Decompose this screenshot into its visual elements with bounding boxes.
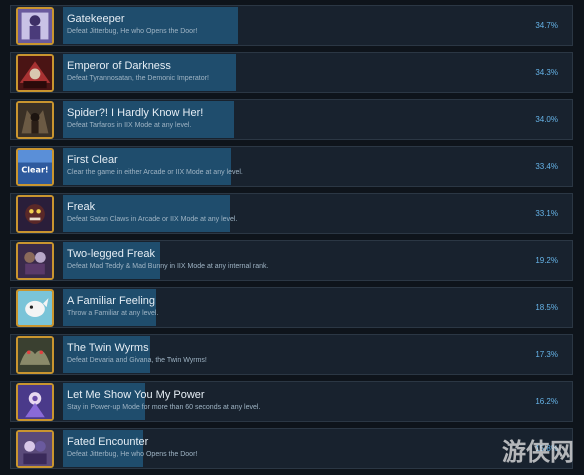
power-icon bbox=[16, 383, 54, 421]
achievement-row-two-legged-freak[interactable]: Two-legged Freak Defeat Mad Teddy & Mad … bbox=[10, 240, 573, 281]
achievement-row-emperor-of-darkness[interactable]: Emperor of Darkness Defeat Tyrannosatan,… bbox=[10, 52, 573, 93]
svg-text:Clear!: Clear! bbox=[21, 165, 48, 174]
achievement-description: Defeat Tarfaros in IIX Mode at any level… bbox=[67, 122, 192, 129]
achievement-row-gatekeeper[interactable]: Gatekeeper Defeat Jitterbug, He who Open… bbox=[10, 5, 573, 46]
spider-icon bbox=[16, 101, 54, 139]
achievement-row-spider[interactable]: Spider?! I Hardly Know Her! Defeat Tarfa… bbox=[10, 99, 573, 140]
achievement-row-a-familiar-feeling[interactable]: A Familiar Feeling Throw a Familiar at a… bbox=[10, 287, 573, 328]
achievement-description: Defeat Tyrannosatan, the Demonic Imperat… bbox=[67, 75, 209, 82]
twin-wyrms-icon bbox=[16, 336, 54, 374]
achievement-description: Defeat Devaria and Givana, the Twin Wyrm… bbox=[67, 357, 207, 364]
achievement-row-the-twin-wyrms[interactable]: The Twin Wyrms Defeat Devaria and Givana… bbox=[10, 334, 573, 375]
clear-icon: Clear! bbox=[16, 148, 54, 186]
achievement-percent: 16.2% bbox=[535, 397, 558, 406]
achievement-title: Freak bbox=[67, 201, 96, 213]
achievement-percent: 33.1% bbox=[535, 209, 558, 218]
achievement-percent: 34.3% bbox=[535, 68, 558, 77]
achievement-row-fated-encounter[interactable]: Fated Encounter Defeat Jitterbug, He who… bbox=[10, 428, 573, 469]
achievement-percent: 34.7% bbox=[535, 21, 558, 30]
achievement-description: Stay in Power-up Mode for more than 60 s… bbox=[67, 404, 261, 411]
achievement-title: First Clear bbox=[67, 154, 118, 166]
achievement-percent: 33.4% bbox=[535, 162, 558, 171]
achievement-title: Two-legged Freak bbox=[67, 248, 156, 260]
achievement-title: The Twin Wyrms bbox=[67, 342, 149, 354]
freak-icon bbox=[16, 195, 54, 233]
achievement-description: Throw a Familiar at any level. bbox=[67, 310, 159, 317]
fated-encounter-icon bbox=[16, 430, 54, 468]
achievement-title: Fated Encounter bbox=[67, 436, 149, 448]
achievement-title: Let Me Show You My Power bbox=[67, 389, 205, 401]
achievement-title: Spider?! I Hardly Know Her! bbox=[67, 107, 204, 119]
achievement-description: Defeat Jitterbug, He who Opens the Door! bbox=[67, 451, 198, 458]
gatekeeper-icon bbox=[16, 7, 54, 45]
two-legged-freak-icon bbox=[16, 242, 54, 280]
achievement-description: Defeat Satan Claws in Arcade or IIX Mode… bbox=[67, 216, 238, 223]
achievement-percent: 19.2% bbox=[535, 256, 558, 265]
achievement-title: Gatekeeper bbox=[67, 13, 125, 25]
familiar-icon bbox=[16, 289, 54, 327]
achievement-description: Defeat Jitterbug, He who Opens the Door! bbox=[67, 28, 198, 35]
achievement-title: A Familiar Feeling bbox=[67, 295, 156, 307]
achievement-row-first-clear[interactable]: Clear! First Clear Clear the game in eit… bbox=[10, 146, 573, 187]
watermark: 游侠网 bbox=[502, 437, 574, 466]
emperor-icon bbox=[16, 54, 54, 92]
achievement-row-freak[interactable]: Freak Defeat Satan Claws in Arcade or II… bbox=[10, 193, 573, 234]
achievement-percent: 18.5% bbox=[535, 303, 558, 312]
achievement-description: Defeat Mad Teddy & Mad Bunny in IIX Mode… bbox=[67, 263, 269, 270]
achievement-title: Emperor of Darkness bbox=[67, 60, 171, 72]
achievement-percent: 17.3% bbox=[535, 350, 558, 359]
achievement-percent: 34.0% bbox=[535, 115, 558, 124]
achievement-description: Clear the game in either Arcade or IIX M… bbox=[67, 169, 243, 176]
achievement-row-let-me-show-you-my-power[interactable]: Let Me Show You My Power Stay in Power-u… bbox=[10, 381, 573, 422]
